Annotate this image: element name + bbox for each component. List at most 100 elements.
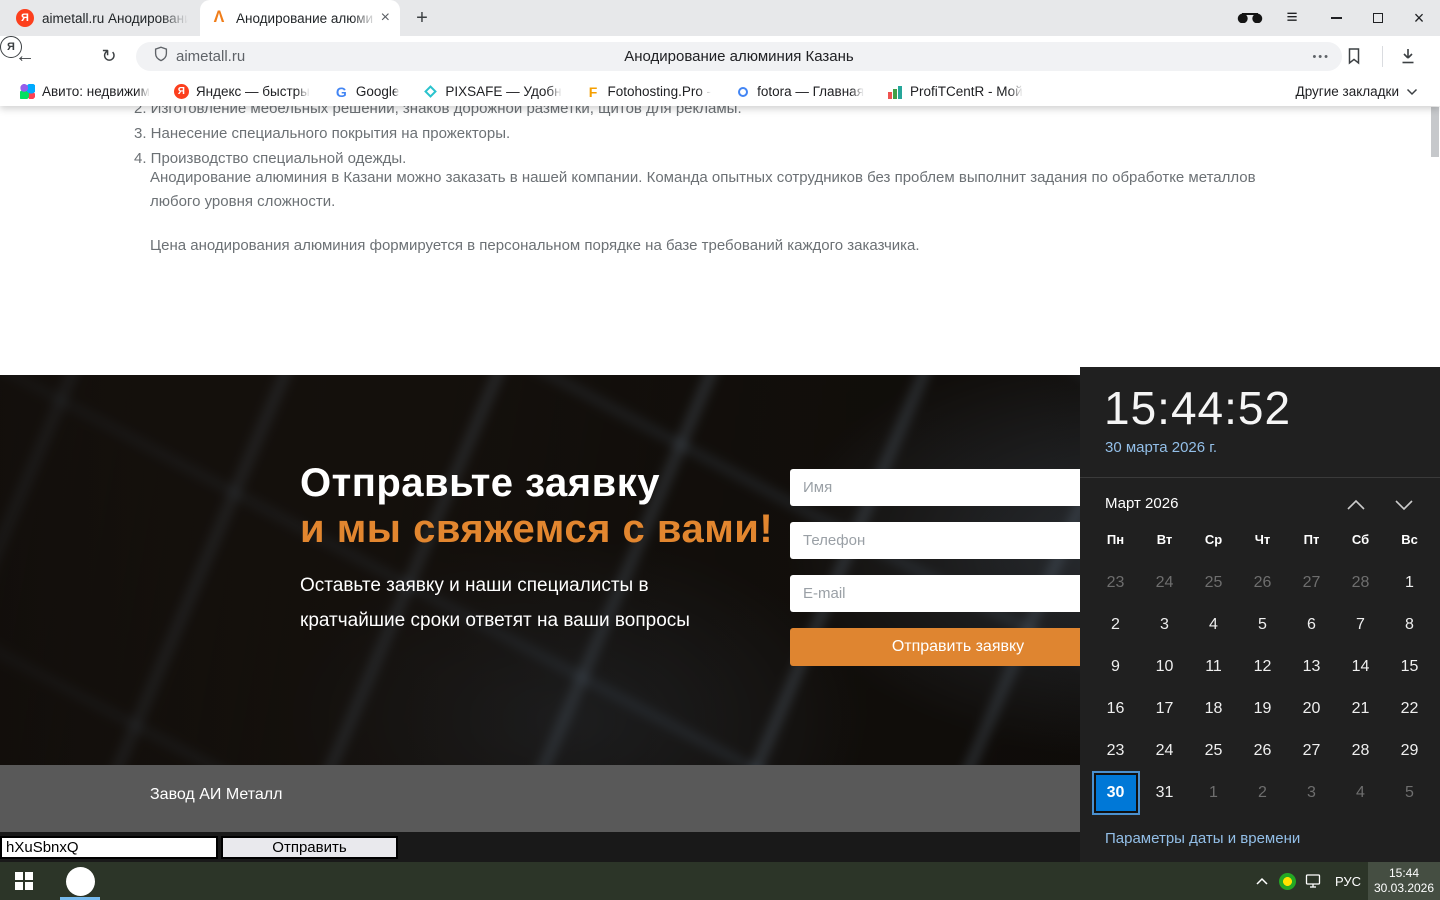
calendar-prev-icon[interactable] <box>1344 497 1368 513</box>
screen: 2. Изготовление мебельных решений, знако… <box>0 0 1440 900</box>
calendar-day[interactable]: 5 <box>1390 775 1430 811</box>
reload-icon[interactable]: ↻ <box>92 36 126 77</box>
taskbar-yandex-browser[interactable]: Y <box>56 862 104 900</box>
calendar-day[interactable]: 14 <box>1341 649 1381 685</box>
tab-title: Анодирование алюми <box>236 11 377 26</box>
tab-aimetall-active[interactable]: Λ Анодирование алюми × <box>200 0 400 36</box>
antivirus-tray-icon[interactable] <box>1274 873 1300 890</box>
calendar-day[interactable]: 4 <box>1194 607 1234 643</box>
calendar-day[interactable]: 16 <box>1096 691 1136 727</box>
language-indicator[interactable]: РУС <box>1328 874 1368 889</box>
tab-search-results[interactable]: Я aimetall.ru Анодирование <box>6 0 198 36</box>
hero-title: Отправьте заявку и мы свяжемся с вами! <box>300 460 773 552</box>
browser-menu-icon[interactable]: ≡ <box>1272 0 1312 36</box>
bookmark-item[interactable]: GGoogle <box>334 84 400 99</box>
calendar-day[interactable]: 18 <box>1194 691 1234 727</box>
address-bar[interactable]: aimetall.ru Анодирование алюминия Казань… <box>136 42 1342 71</box>
calendar-day[interactable]: 24 <box>1145 565 1185 601</box>
calendar-day[interactable]: 29 <box>1390 733 1430 769</box>
aimetall-favicon: Λ <box>210 9 228 28</box>
start-button[interactable] <box>0 862 48 900</box>
tab-title: aimetall.ru Анодирование <box>42 11 188 26</box>
minimize-button[interactable] <box>1316 0 1356 36</box>
download-icon[interactable] <box>1398 46 1418 71</box>
calendar-day[interactable]: 5 <box>1243 607 1283 643</box>
calendar-day[interactable]: 26 <box>1243 733 1283 769</box>
calendar-day[interactable]: 3 <box>1292 775 1332 811</box>
page-paragraphs: Анодирование алюминия в Казани можно зак… <box>150 166 1265 258</box>
calendar-day[interactable]: 23 <box>1096 733 1136 769</box>
tray-chevron-up-icon[interactable] <box>1250 877 1274 886</box>
flyout-date-link[interactable]: 30 марта 2026 г. <box>1105 439 1217 456</box>
calendar-day[interactable]: 3 <box>1145 607 1185 643</box>
calendar-day[interactable]: 22 <box>1390 691 1430 727</box>
calendar-day[interactable]: 26 <box>1243 565 1283 601</box>
calendar-day[interactable]: 13 <box>1292 649 1332 685</box>
bookmark-item[interactable]: fotora — Главная <box>735 84 864 99</box>
calendar-day[interactable]: 19 <box>1243 691 1283 727</box>
calendar-day[interactable]: 11 <box>1194 649 1234 685</box>
calendar-day[interactable]: 28 <box>1341 733 1381 769</box>
calendar-day[interactable]: 28 <box>1341 565 1381 601</box>
calendar-day[interactable]: 7 <box>1341 607 1381 643</box>
day-of-week-label: Сб <box>1336 532 1385 547</box>
bookmarks-bar: Авито: недвижим ЯЯндекс — быстры GGoogle PI… <box>0 77 1440 106</box>
email-input[interactable] <box>790 575 1126 612</box>
calendar-day[interactable]: 2 <box>1243 775 1283 811</box>
bookmark-flag-icon[interactable] <box>1344 46 1364 71</box>
window-close-button[interactable]: × <box>1398 0 1440 36</box>
calendar-day[interactable]: 20 <box>1292 691 1332 727</box>
security-shield-icon <box>152 45 170 68</box>
bookmark-item[interactable]: PIXSAFE — Удобн <box>423 84 561 99</box>
name-input[interactable] <box>790 469 1126 506</box>
calendar-day[interactable]: 15 <box>1390 649 1430 685</box>
restore-button[interactable] <box>1358 0 1398 36</box>
bookmark-item[interactable]: Авито: недвижим <box>20 84 150 99</box>
calendar-next-icon[interactable] <box>1392 497 1416 513</box>
more-icon[interactable]: ••• <box>1312 51 1330 63</box>
yandex-favicon: Я <box>16 9 34 27</box>
calendar-day[interactable]: 21 <box>1341 691 1381 727</box>
calendar-day[interactable]: 17 <box>1145 691 1185 727</box>
paragraph: Анодирование алюминия в Казани можно зак… <box>150 166 1265 214</box>
phone-input[interactable] <box>790 522 1126 559</box>
calendar-day[interactable]: 9 <box>1096 649 1136 685</box>
calendar-day[interactable]: 27 <box>1292 565 1332 601</box>
calendar-grid: 2324252627281234567891011121314151617181… <box>1091 562 1434 814</box>
bookmark-label: fotora — Главная <box>757 84 864 99</box>
calendar-day[interactable]: 31 <box>1145 775 1185 811</box>
taskbar-clock[interactable]: 15:44 30.03.2026 <box>1368 862 1440 900</box>
toolbar-separator <box>1382 46 1383 67</box>
captcha-input[interactable] <box>0 836 218 859</box>
other-bookmarks-button[interactable]: Другие закладки <box>1296 84 1418 99</box>
flyout-divider <box>1080 477 1440 478</box>
network-icon[interactable] <box>1300 873 1328 889</box>
calendar-day[interactable]: 4 <box>1341 775 1381 811</box>
calendar-day[interactable]: 8 <box>1390 607 1430 643</box>
tab-close-icon[interactable]: × <box>381 9 390 27</box>
calendar-day[interactable]: 1 <box>1390 565 1430 601</box>
calendar-day[interactable]: 6 <box>1292 607 1332 643</box>
calendar-day[interactable]: 2 <box>1096 607 1136 643</box>
captcha-send-button[interactable]: Отправить <box>221 836 398 859</box>
back-icon[interactable]: ← <box>8 36 42 77</box>
page-scrollbar[interactable] <box>1431 107 1439 157</box>
bookmark-item[interactable]: ProfiTCentR - Мой <box>888 84 1023 99</box>
calendar-day[interactable]: 27 <box>1292 733 1332 769</box>
incognito-glasses-icon[interactable] <box>1228 0 1272 36</box>
calendar-day[interactable]: 12 <box>1243 649 1283 685</box>
bookmark-item[interactable]: ЯЯндекс — быстры <box>174 84 310 99</box>
calendar-day[interactable]: 10 <box>1145 649 1185 685</box>
calendar-day[interactable]: 25 <box>1194 733 1234 769</box>
hero-subtitle: Оставьте заявку и наши специалисты в кра… <box>300 568 690 638</box>
calendar-day[interactable]: 25 <box>1194 565 1234 601</box>
new-tab-button[interactable]: + <box>408 5 436 31</box>
bookmark-item[interactable]: FFotohosting.Pro - <box>586 84 712 99</box>
calendar-day[interactable]: 24 <box>1145 733 1185 769</box>
calendar-day[interactable]: 1 <box>1194 775 1234 811</box>
calendar-day-selected[interactable]: 30 <box>1096 775 1136 811</box>
submit-request-button[interactable]: Отправить заявку <box>790 628 1126 666</box>
bookmark-label: Google <box>356 84 400 99</box>
calendar-day[interactable]: 23 <box>1096 565 1136 601</box>
date-time-settings-link[interactable]: Параметры даты и времени <box>1105 830 1300 847</box>
